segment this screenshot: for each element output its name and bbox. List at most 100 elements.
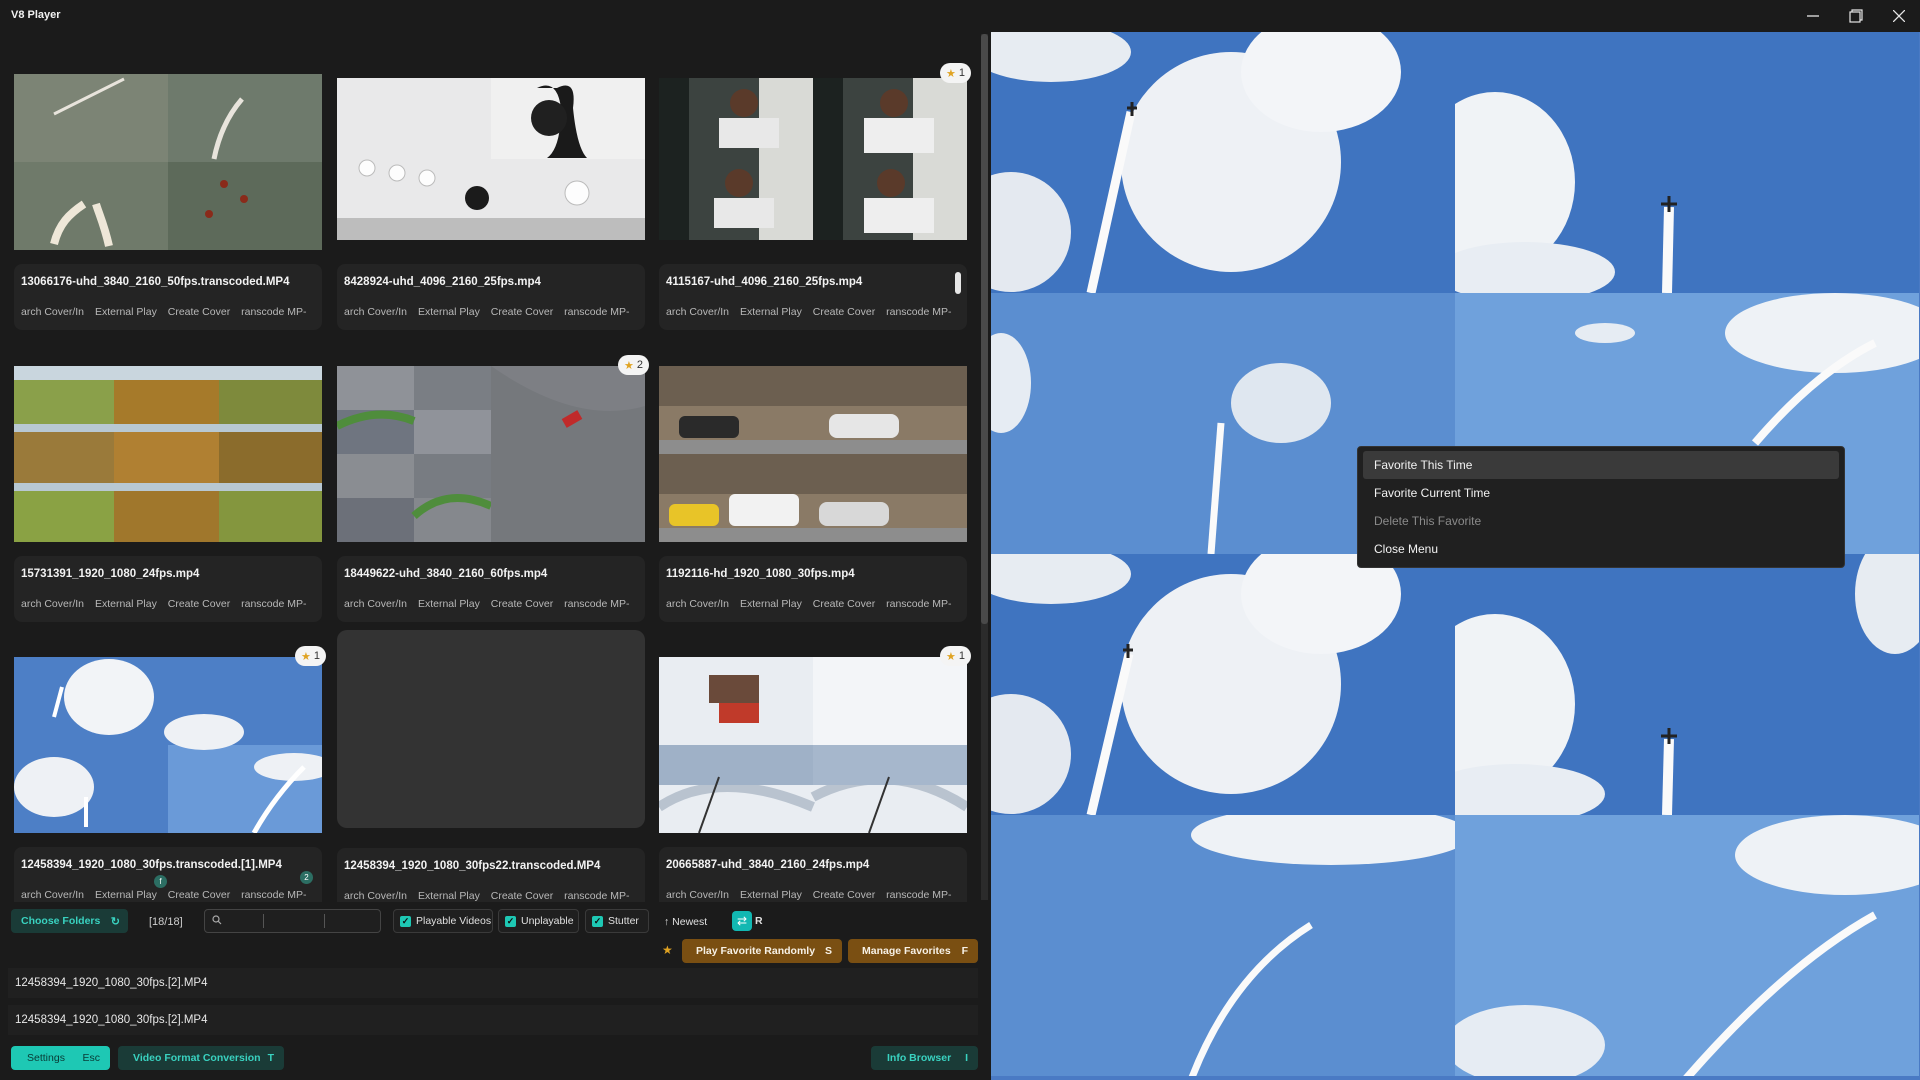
search-cover-action[interactable]: arch Cover/In <box>666 306 729 318</box>
app-window: V8 Player 13066176-uhd_3840_2160_50fps.t… <box>0 0 1920 1080</box>
create-cover-action[interactable]: Create Cover <box>491 306 553 318</box>
video-info: 12458394_1920_1080_30fps22.transcoded.MP… <box>337 848 645 902</box>
favorite-mark-icon: f <box>154 875 167 888</box>
create-cover-action[interactable]: Create Cover <box>813 889 875 901</box>
transcode-action[interactable]: ranscode MP- <box>241 598 306 610</box>
external-play-action[interactable]: External Play <box>418 306 480 318</box>
grid-scrollbar-thumb[interactable] <box>981 34 988 624</box>
external-play-action[interactable]: External Play <box>418 890 480 902</box>
search-cover-action[interactable]: arch Cover/In <box>21 306 84 318</box>
transcode-action[interactable]: ranscode MP- <box>564 890 629 902</box>
shuffle-toggle-icon[interactable]: ⇄ <box>732 911 752 931</box>
video-frame-tile[interactable] <box>991 32 1455 293</box>
video-thumbnail[interactable] <box>337 78 645 240</box>
transcode-action[interactable]: ranscode MP- <box>241 306 306 318</box>
video-card[interactable]: 15731391_1920_1080_24fps.mp4 arch Cover/… <box>14 354 322 644</box>
video-card[interactable]: ★ 1 4115167-uhd_4096_2160_25fps.mp4 arch … <box>659 62 971 352</box>
search-divider <box>263 914 264 928</box>
video-frame-tile[interactable] <box>991 815 1455 1076</box>
transcode-action[interactable]: ranscode MP- <box>241 889 306 901</box>
transcode-action[interactable]: ranscode MP- <box>564 306 629 318</box>
video-thumbnail[interactable] <box>14 657 334 835</box>
sort-order-button[interactable]: ↑ Newest <box>664 916 707 928</box>
video-frame-tile[interactable] <box>991 554 1455 815</box>
video-actions: arch Cover/In External Play Create Cover… <box>344 890 640 902</box>
video-card[interactable]: ★ 1 20665887-uhd_3840_2160_24fps.mp4 arch… <box>656 645 971 902</box>
playable-videos-checkbox[interactable]: ✓ Playable Videos <box>393 909 493 933</box>
search-cover-action[interactable]: arch Cover/In <box>344 598 407 610</box>
minimize-button[interactable] <box>1792 0 1834 32</box>
video-card[interactable]: 13066176-uhd_3840_2160_50fps.transcoded.… <box>14 62 322 352</box>
shortcut-key: Esc <box>82 1052 100 1064</box>
recent-file-item[interactable]: 12458394_1920_1080_30fps.[2].MP4 <box>8 1005 978 1035</box>
search-cover-action[interactable]: arch Cover/In <box>666 889 729 901</box>
maximize-button[interactable] <box>1835 0 1877 32</box>
filename-scroll-thumb[interactable] <box>955 272 961 294</box>
video-card[interactable]: ★ 1 12458394_1920_1080_30fps.transcoded.[… <box>14 645 334 902</box>
shortcut-key: F <box>961 945 968 957</box>
search-cover-action[interactable]: arch Cover/In <box>666 598 729 610</box>
create-cover-action[interactable]: Create Cover <box>168 306 230 318</box>
close-button[interactable] <box>1878 0 1920 32</box>
video-thumbnail[interactable] <box>659 78 967 240</box>
create-cover-action[interactable]: Create Cover <box>813 306 875 318</box>
video-thumbnail[interactable] <box>656 657 970 834</box>
favorite-current-time-item[interactable]: Favorite Current Time <box>1363 479 1839 507</box>
transcode-action[interactable]: ranscode MP- <box>886 598 951 610</box>
video-thumbnail[interactable] <box>14 74 322 250</box>
manage-favorites-button[interactable]: Manage Favorites F <box>848 939 978 963</box>
grid-scrollbar[interactable] <box>981 34 988 900</box>
video-thumbnail-empty[interactable] <box>337 630 645 828</box>
create-cover-action[interactable]: Create Cover <box>813 598 875 610</box>
favorite-count-badge: ★ 2 <box>618 355 649 375</box>
transcode-action[interactable]: ranscode MP- <box>564 598 629 610</box>
video-thumbnail[interactable] <box>14 366 322 542</box>
video-card[interactable]: 1192116-hd_1920_1080_30fps.mp4 arch Cove… <box>659 354 967 644</box>
video-frame-tile[interactable] <box>1455 32 1919 293</box>
external-play-action[interactable]: External Play <box>740 598 802 610</box>
video-card[interactable]: 12458394_1920_1080_30fps22.transcoded.MP… <box>337 630 645 902</box>
transcode-action[interactable]: ranscode MP- <box>886 306 951 318</box>
create-cover-action[interactable]: Create Cover <box>168 889 230 901</box>
video-card[interactable]: 8428924-uhd_4096_2160_25fps.mp4 arch Cov… <box>337 62 645 352</box>
external-play-action[interactable]: External Play <box>95 598 157 610</box>
create-cover-action[interactable]: Create Cover <box>491 890 553 902</box>
play-favorite-randomly-button[interactable]: Play Favorite Randomly S <box>682 939 842 963</box>
external-play-action[interactable]: External Play <box>740 306 802 318</box>
search-cover-action[interactable]: arch Cover/In <box>344 306 407 318</box>
search-cover-action[interactable]: arch Cover/In <box>21 889 84 901</box>
search-cover-action[interactable]: arch Cover/In <box>344 890 407 902</box>
favorite-count-badge: ★ 1 <box>940 63 971 83</box>
video-card[interactable]: ★ 2 18449622-uhd_3840_2160_60fps.mp4 arch… <box>335 354 649 644</box>
video-format-conversion-button[interactable]: Video Format Conversion T <box>118 1046 284 1070</box>
external-play-action[interactable]: External Play <box>740 889 802 901</box>
app-title: V8 Player <box>11 9 61 21</box>
video-count: [18/18] <box>149 916 183 928</box>
close-menu-item[interactable]: Close Menu <box>1363 535 1839 563</box>
refresh-icon[interactable]: ↻ <box>111 915 120 928</box>
stutter-checkbox[interactable]: ✓ Stutter <box>585 909 649 933</box>
search-cover-action[interactable]: arch Cover/In <box>21 598 84 610</box>
recent-file-item[interactable]: 12458394_1920_1080_30fps.[2].MP4 <box>8 968 978 998</box>
external-play-action[interactable]: External Play <box>418 598 480 610</box>
choose-folders-button[interactable]: Choose Folders ↻ <box>11 909 128 933</box>
search-input[interactable] <box>204 909 381 933</box>
video-thumbnail[interactable] <box>335 366 645 542</box>
create-cover-action[interactable]: Create Cover <box>491 598 553 610</box>
video-frame-tile[interactable] <box>1455 554 1919 815</box>
favorite-this-time-item[interactable]: Favorite This Time <box>1363 451 1839 479</box>
info-browser-button[interactable]: Info Browser I <box>871 1046 978 1070</box>
video-info: 4115167-uhd_4096_2160_25fps.mp4 arch Cov… <box>659 264 967 330</box>
video-info: 13066176-uhd_3840_2160_50fps.transcoded.… <box>14 264 322 330</box>
create-cover-action[interactable]: Create Cover <box>168 598 230 610</box>
transcode-action[interactable]: ranscode MP- <box>886 889 951 901</box>
star-icon: ★ <box>301 650 311 663</box>
video-frame-tile[interactable] <box>1455 815 1919 1076</box>
count-badge: 2 <box>300 871 313 884</box>
unplayable-checkbox[interactable]: ✓ Unplayable <box>498 909 579 933</box>
video-thumbnail[interactable] <box>659 366 967 542</box>
external-play-action[interactable]: External Play <box>95 306 157 318</box>
settings-button[interactable]: Settings Esc <box>11 1046 110 1070</box>
external-play-action[interactable]: External Play <box>95 889 157 901</box>
video-actions: arch Cover/In External Play Create Cover… <box>666 889 962 901</box>
